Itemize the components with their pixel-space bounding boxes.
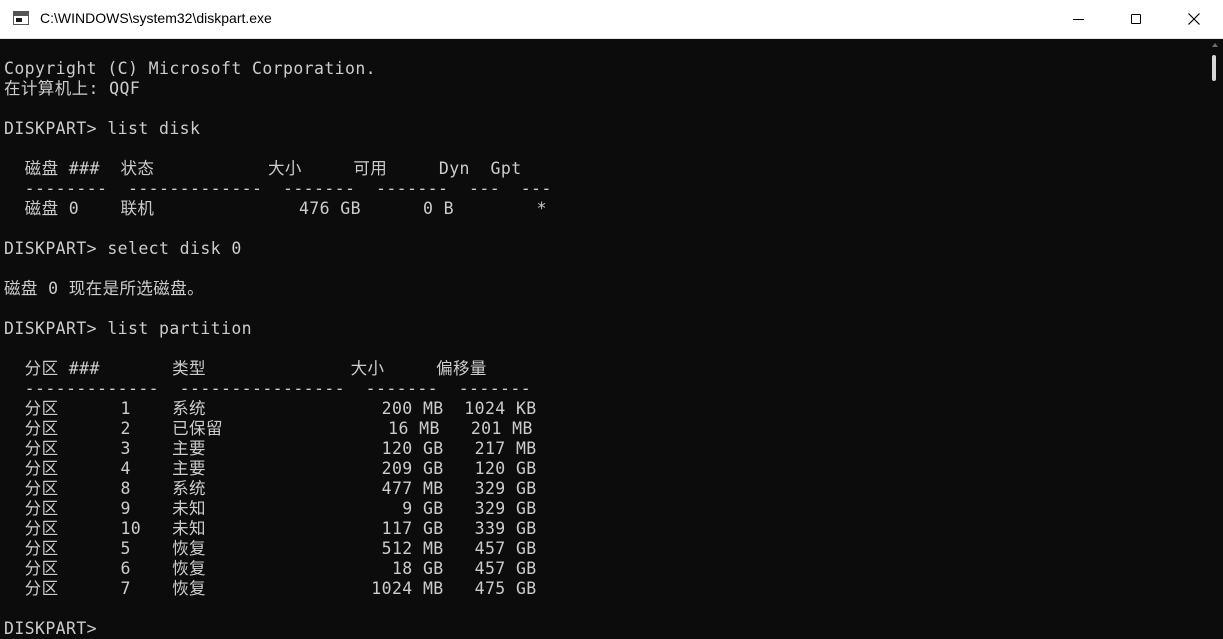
console-line: 分区 2 已保留 16 MB 201 MB <box>4 419 533 438</box>
console-line: 分区 4 主要 209 GB 120 GB <box>4 459 537 478</box>
console-line: ------------- ---------------- ------- -… <box>4 379 532 398</box>
console-line: 分区 7 恢复 1024 MB 475 GB <box>4 579 537 598</box>
console-line: DISKPART> list partition <box>4 319 253 338</box>
console-line: 分区 6 恢复 18 GB 457 GB <box>4 559 537 578</box>
title-bar[interactable]: C:\WINDOWS\system32\diskpart.exe <box>0 0 1223 39</box>
maximize-button[interactable] <box>1107 0 1165 38</box>
console-line: 分区 3 主要 120 GB 217 MB <box>4 439 537 458</box>
console-line: 磁盘 0 联机 476 GB 0 B * <box>4 199 547 218</box>
vertical-scrollbar[interactable] <box>1209 39 1223 639</box>
console-app-icon[interactable] <box>13 11 29 25</box>
minimize-icon <box>1072 18 1084 20</box>
console-line: Copyright (C) Microsoft Corporation. <box>4 59 377 78</box>
scrollbar-thumb[interactable] <box>1212 55 1216 81</box>
console-prompt[interactable]: DISKPART> <box>4 619 97 639</box>
window-title: C:\WINDOWS\system32\diskpart.exe <box>40 10 272 26</box>
console-line: 在计算机上: QQF <box>4 79 141 98</box>
console-line: 分区 9 未知 9 GB 329 GB <box>4 499 537 518</box>
close-button[interactable] <box>1165 0 1223 38</box>
scroll-up-arrow-icon[interactable] <box>1212 43 1218 47</box>
console-line: -------- ------------- ------- ------- -… <box>4 179 552 198</box>
close-icon <box>1188 13 1200 25</box>
console-line: DISKPART> list disk <box>4 119 201 138</box>
console-line: 磁盘 ### 状态 大小 可用 Dyn Gpt <box>4 159 522 178</box>
maximize-icon <box>1131 14 1141 24</box>
console-line: 分区 1 系统 200 MB 1024 KB <box>4 399 537 418</box>
console-line: 分区 5 恢复 512 MB 457 GB <box>4 539 537 558</box>
console-line: 分区 10 未知 117 GB 339 GB <box>4 519 537 538</box>
minimize-button[interactable] <box>1049 0 1107 38</box>
console-line: 分区 ### 类型 大小 偏移量 <box>4 359 487 378</box>
console-line: DISKPART> select disk 0 <box>4 239 242 258</box>
console-line: 磁盘 0 现在是所选磁盘。 <box>4 279 205 298</box>
console-line: 分区 8 系统 477 MB 329 GB <box>4 479 537 498</box>
console-output[interactable]: Copyright (C) Microsoft Corporation. 在计算… <box>0 39 1223 639</box>
